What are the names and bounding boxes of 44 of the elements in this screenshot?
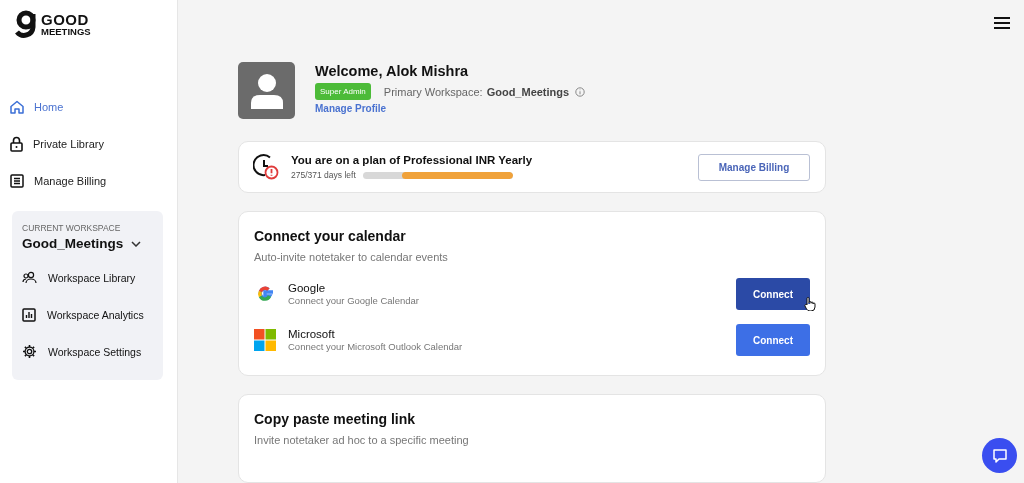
provider-description: Connect your Google Calendar xyxy=(288,295,419,306)
sidebar-item[interactable]: Private Library xyxy=(0,125,114,162)
provider-name: Microsoft xyxy=(288,328,335,340)
sidebar-item[interactable]: Home xyxy=(0,88,74,125)
sidebar-item[interactable]: Workspace Settings xyxy=(22,333,142,370)
plan-title: You are on a plan of Professional INR Yearly xyxy=(291,154,533,166)
section-subtitle: Invite notetaker ad hoc to a specific meeting xyxy=(254,434,469,446)
home-icon xyxy=(10,99,24,114)
info-icon xyxy=(575,86,586,97)
workspace-caption: CURRENT WORKSPACE xyxy=(22,223,122,233)
primary-workspace-name: Good_Meetings xyxy=(486,85,570,98)
menu-icon xyxy=(994,17,1010,29)
connect-button[interactable]: Connect xyxy=(736,324,810,356)
lock-icon xyxy=(10,135,23,152)
provider-description: Connect your Microsoft Outlook Calendar xyxy=(288,341,463,352)
logo-icon xyxy=(15,10,39,38)
clock-alert-icon xyxy=(253,154,279,180)
people-icon xyxy=(22,271,37,284)
provider-name: Google xyxy=(288,282,326,294)
settings-icon xyxy=(22,344,37,359)
manage-profile-link[interactable]: Manage Profile xyxy=(315,103,387,114)
chevron-down-icon xyxy=(131,240,142,247)
chat-icon xyxy=(991,447,1008,464)
connect-button[interactable]: Connect xyxy=(736,278,810,310)
role-badge: Super Admin xyxy=(315,83,371,100)
manage-billing-button[interactable]: Manage Billing xyxy=(698,153,810,181)
sidebar-item[interactable]: Manage Billing xyxy=(0,162,117,199)
document-icon xyxy=(10,173,24,188)
workspace-dropdown[interactable]: Good_Meetings xyxy=(22,236,142,251)
logo-text: MEETINGS xyxy=(41,26,91,37)
logo-text: GOOD xyxy=(41,11,90,27)
sidebar-item[interactable]: Workspace Analytics xyxy=(22,296,144,333)
chat-button[interactable] xyxy=(982,438,1017,473)
hand-cursor-icon xyxy=(804,297,816,311)
welcome-heading: Welcome, Alok Mishra xyxy=(315,63,469,79)
avatar xyxy=(238,62,295,119)
bar-chart-icon xyxy=(22,307,36,322)
sidebar-item[interactable]: Workspace Library xyxy=(22,259,136,296)
days-left: 275/371 days left xyxy=(291,170,356,180)
section-title: Copy paste meeting link xyxy=(254,411,416,427)
windows-icon xyxy=(254,329,276,351)
section-subtitle: Auto-invite notetaker to calendar events xyxy=(254,251,448,263)
primary-workspace-label: Primary Workspace: xyxy=(383,85,483,98)
section-title: Connect your calendar xyxy=(254,228,406,244)
